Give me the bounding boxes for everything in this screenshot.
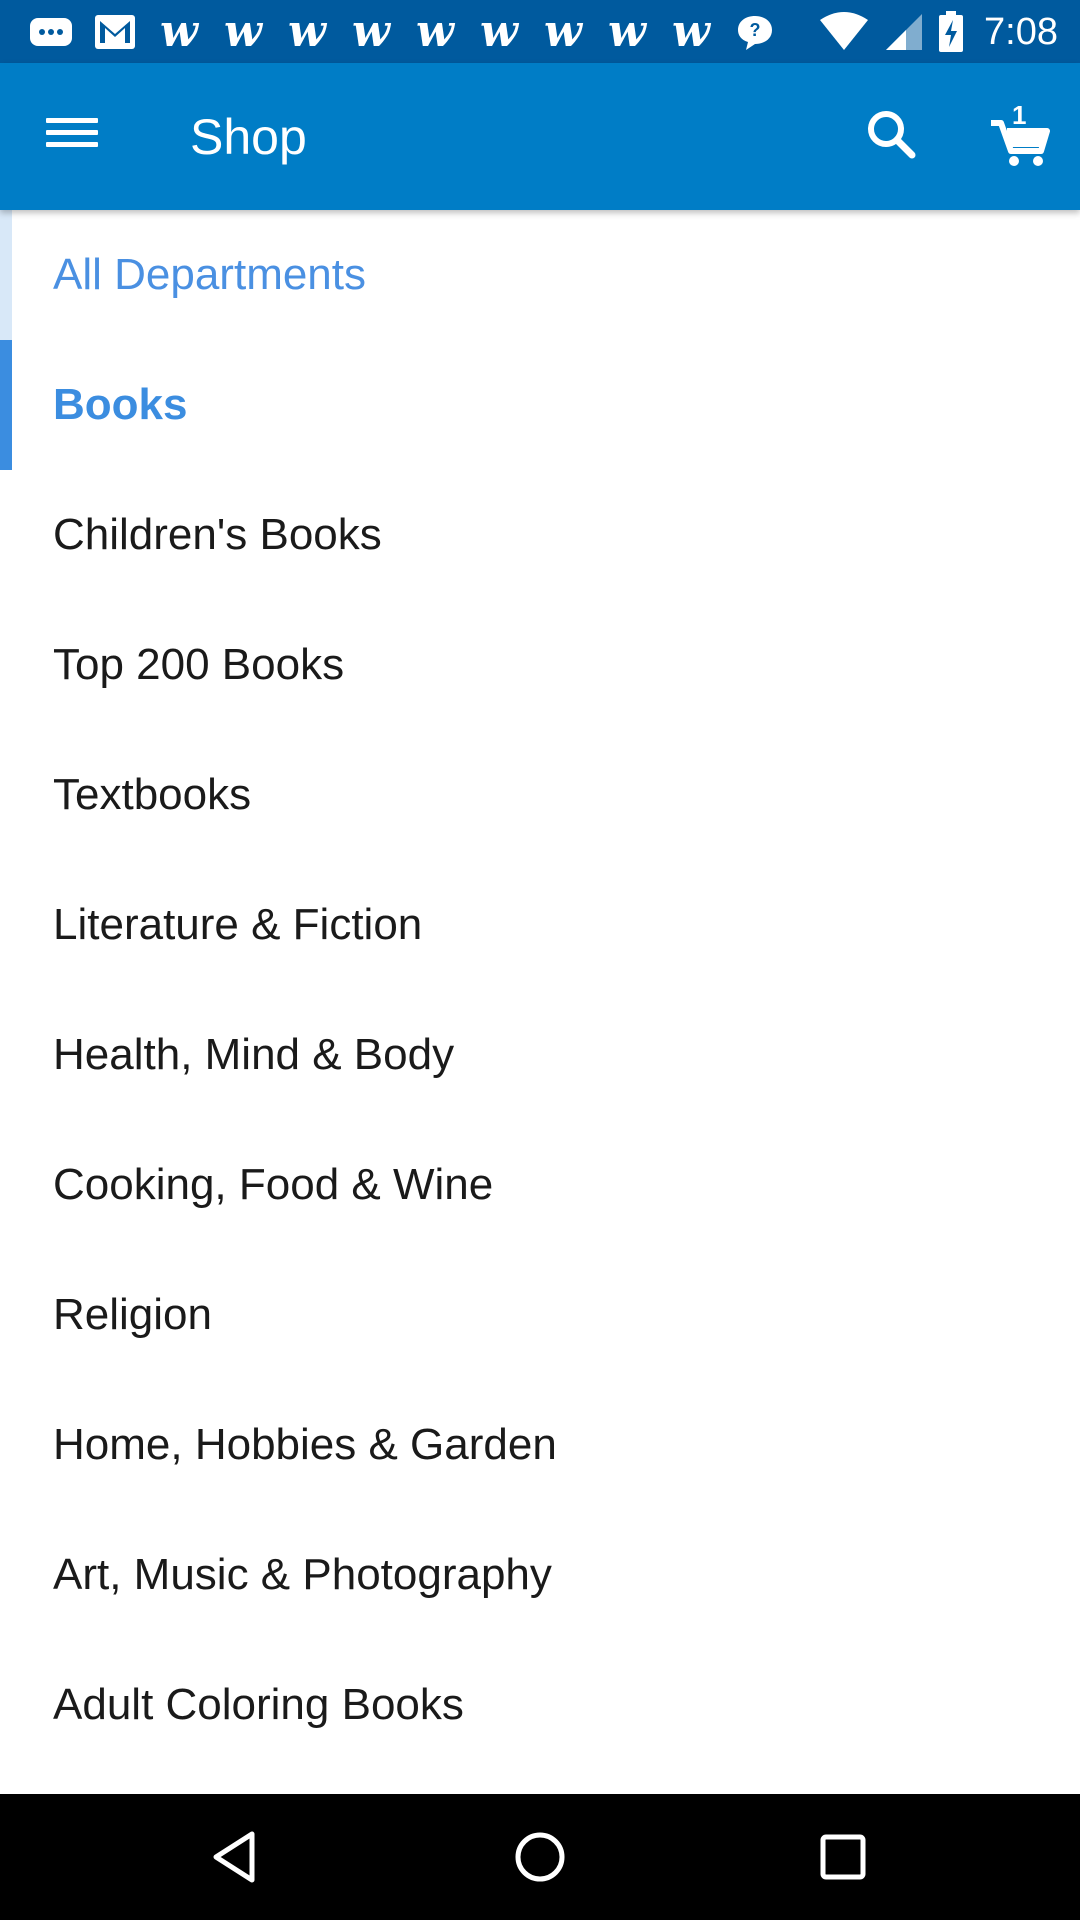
- app-bar: Shop 1: [0, 63, 1080, 210]
- wifi-icon: [820, 11, 869, 50]
- system-icons: 7:08: [818, 10, 1058, 53]
- menu-icon-line: [46, 118, 98, 123]
- list-item[interactable]: Religion: [0, 1250, 1080, 1380]
- list-item[interactable]: Children's Books: [0, 470, 1080, 600]
- signal-icon: [886, 13, 923, 50]
- list-item[interactable]: Adult Coloring Books: [0, 1640, 1080, 1770]
- recents-button[interactable]: [808, 1822, 878, 1892]
- list-item-label: Art, Music & Photography: [53, 1550, 552, 1599]
- home-button[interactable]: [505, 1822, 575, 1892]
- walmart-icon: w: [224, 5, 262, 57]
- walmart-icon: w: [160, 5, 198, 57]
- walmart-icon: w: [608, 5, 646, 57]
- gmail-icon: [90, 12, 140, 52]
- battery-charging-icon: [939, 10, 964, 52]
- list-item-label: Cooking, Food & Wine: [53, 1160, 494, 1209]
- list-item-books-current[interactable]: Books: [0, 340, 1080, 470]
- list-item[interactable]: Art, Music & Photography: [0, 1510, 1080, 1640]
- menu-button[interactable]: [40, 111, 104, 161]
- walmart-icon: w: [480, 5, 518, 57]
- walmart-icon: w: [352, 5, 390, 57]
- list-item[interactable]: Top 200 Books: [0, 600, 1080, 730]
- search-icon: [868, 111, 916, 159]
- walmart-icon: w: [544, 5, 582, 57]
- svg-text:?: ?: [750, 20, 761, 40]
- list-item[interactable]: Literature & Fiction: [0, 860, 1080, 990]
- list-item-label: Top 200 Books: [53, 640, 345, 689]
- system-nav-bar: [0, 1794, 1080, 1920]
- list-item[interactable]: Health, Mind & Body: [0, 990, 1080, 1120]
- indent-bar: [0, 210, 12, 340]
- list-item-label: Adult Coloring Books: [53, 1680, 464, 1729]
- list-item-label: Religion: [53, 1290, 212, 1339]
- list-item-label: All Departments: [53, 250, 367, 299]
- back-button[interactable]: [202, 1822, 272, 1892]
- page-title: Shop: [190, 109, 307, 165]
- search-button[interactable]: [860, 103, 924, 167]
- walmart-icon: w: [672, 5, 710, 57]
- walmart-icon: w: [288, 5, 326, 57]
- selected-indicator: [0, 340, 12, 470]
- walmart-icon: w: [416, 5, 454, 57]
- notification-icons: w w w w w w w w w ?: [26, 5, 780, 57]
- home-icon: [515, 1832, 565, 1882]
- chat-icon: ?: [730, 12, 780, 52]
- list-item-label: Children's Books: [53, 510, 382, 559]
- list-item-label: Books: [53, 380, 188, 429]
- menu-icon-line: [46, 142, 98, 147]
- recents-icon: [820, 1834, 866, 1880]
- message-icon: [26, 12, 76, 52]
- list-item-label: Home, Hobbies & Garden: [53, 1420, 557, 1469]
- department-list: All Departments Books Children's Books T…: [0, 210, 1080, 1794]
- list-item-label: Textbooks: [53, 770, 252, 819]
- cart-count-badge: 1: [1012, 100, 1027, 130]
- menu-icon-line: [46, 130, 98, 135]
- list-item[interactable]: Textbooks: [0, 730, 1080, 860]
- list-item-label: Literature & Fiction: [53, 900, 423, 949]
- status-bar: w w w w w w w w w ? 7:08: [0, 0, 1080, 63]
- list-item-label: Health, Mind & Body: [53, 1030, 455, 1079]
- list-item[interactable]: Home, Hobbies & Garden: [0, 1380, 1080, 1510]
- list-item-all-departments[interactable]: All Departments: [0, 210, 1080, 340]
- list-item[interactable]: Cooking, Food & Wine: [0, 1120, 1080, 1250]
- back-icon: [213, 1831, 255, 1883]
- clock: 7:08: [984, 10, 1058, 53]
